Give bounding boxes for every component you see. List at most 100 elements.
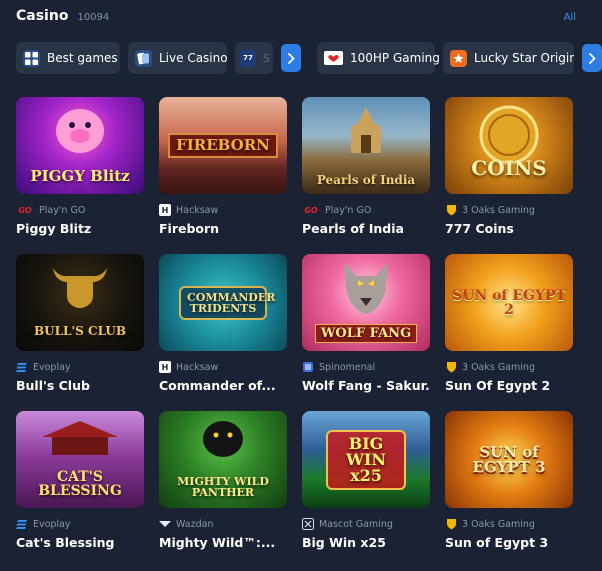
filter-lucky-star-original[interactable]: Lucky Star Original — [443, 42, 574, 74]
filter-label: Best games — [47, 51, 118, 65]
3oaks-icon — [445, 361, 457, 373]
filter-100hp-gaming[interactable]: 100HP Gaming — [317, 42, 440, 74]
filter-live-casino[interactable]: Live Casino — [128, 42, 228, 74]
game-art-title: MIGHTY WILD PANTHER — [177, 475, 269, 499]
game-thumbnail[interactable]: WOLF FANG — [302, 254, 430, 351]
game-art-title: COINS — [471, 156, 547, 180]
chevron-right-icon — [287, 52, 295, 64]
provider-row: Evoplay — [16, 361, 144, 373]
game-thumbnail[interactable]: SUN of EGYPT 2 — [445, 254, 573, 351]
game-art-title: SUN of EGYPT 3 — [472, 442, 546, 476]
game-name: 777 Coins — [445, 221, 514, 236]
game-card-mighty-wild[interactable]: MIGHTY WILD PANTHER Wazdan Mighty Wild™:… — [159, 411, 287, 568]
category-filter-bar: Best games Live Casino 77 S 100HP Gaming… — [16, 42, 602, 76]
spinomenal-icon — [302, 361, 314, 373]
game-thumbnail[interactable]: BIG WIN x25 — [302, 411, 430, 508]
provider-name: Play'n GO — [325, 204, 372, 216]
filter-best-games[interactable]: Best games — [16, 42, 120, 74]
provider-row: Evoplay — [16, 518, 144, 530]
provider-row: H Hacksaw — [159, 361, 287, 373]
evoplay-icon — [16, 361, 28, 373]
game-name: Cat's Blessing — [16, 535, 115, 550]
provider-row: 3 Oaks Gaming — [445, 518, 573, 530]
game-card-piggy-blitz[interactable]: PIGGY Blitz GO Play'n GO Piggy Blitz — [16, 97, 144, 254]
provider-name: Wazdan — [176, 518, 214, 530]
games-count: 10094 — [77, 12, 110, 23]
game-thumbnail[interactable]: COINS — [445, 97, 573, 194]
game-art-title: FIREBORN — [168, 133, 278, 158]
temple-art — [351, 107, 381, 153]
game-card-wolf-fang[interactable]: WOLF FANG Spinomenal Wolf Fang - Sakur..… — [302, 254, 430, 411]
game-card-sun-of-egypt-2[interactable]: SUN of EGYPT 2 3 Oaks Gaming Sun Of Egyp… — [445, 254, 573, 411]
scroll-right-button-secondary[interactable] — [582, 44, 602, 72]
game-thumbnail[interactable]: SUN of EGYPT 3 — [445, 411, 573, 508]
game-thumbnail[interactable]: MIGHTY WILD PANTHER — [159, 411, 287, 508]
provider-row: 3 Oaks Gaming — [445, 204, 573, 216]
hacksaw-icon: H — [159, 204, 171, 216]
bull-head-art — [53, 268, 107, 308]
playngo-icon: GO — [18, 205, 32, 215]
game-name: Fireborn — [159, 221, 220, 236]
game-art-title: SUN of EGYPT 2 — [452, 287, 566, 318]
game-thumbnail[interactable]: CAT'S BLESSING — [16, 411, 144, 508]
filter-label: S — [263, 51, 270, 65]
game-card-big-win-x25[interactable]: BIG WIN x25 Mascot Gaming Big Win x25 — [302, 411, 430, 568]
wolf-head-art — [344, 262, 388, 314]
game-art-title: WOLF FANG — [314, 324, 418, 343]
game-art-title: COMMANDER TRIDENTS — [179, 285, 275, 320]
provider-name: 3 Oaks Gaming — [462, 361, 535, 373]
game-art-title: BIG WIN x25 — [326, 429, 406, 490]
100hp-logo-icon — [324, 51, 343, 65]
game-art-title: BULL'S CLUB — [34, 324, 126, 338]
panther-art — [203, 421, 243, 457]
casino-header: Casino 10094 All — [16, 8, 576, 26]
game-name: Sun of Egypt 3 — [445, 535, 549, 550]
game-name: Mighty Wild™:... — [159, 535, 276, 550]
game-name: Wolf Fang - Sakur... — [302, 378, 430, 393]
filter-label: Live Casino — [159, 51, 228, 65]
game-thumbnail[interactable]: BULL'S CLUB — [16, 254, 144, 351]
game-thumbnail[interactable]: FIREBORN — [159, 97, 287, 194]
scroll-right-button[interactable] — [281, 44, 301, 72]
pig-character-art — [56, 109, 104, 153]
games-grid: PIGGY Blitz GO Play'n GO Piggy Blitz FIR… — [16, 97, 576, 568]
provider-name: 3 Oaks Gaming — [462, 518, 535, 530]
provider-row: GO Play'n GO — [16, 204, 144, 216]
provider-row: Wazdan — [159, 518, 287, 530]
lucky-star-icon — [450, 49, 467, 67]
game-name: Pearls of India — [302, 221, 404, 236]
game-art-title: Pearls of India — [316, 173, 416, 187]
game-name: Big Win x25 — [302, 535, 386, 550]
game-card-bulls-club[interactable]: BULL'S CLUB Evoplay Bull's Club — [16, 254, 144, 411]
game-name: Bull's Club — [16, 378, 90, 393]
game-card-pearls-of-india[interactable]: Pearls of India GO Play'n GO Pearls of I… — [302, 97, 430, 254]
provider-row: H Hacksaw — [159, 204, 287, 216]
playngo-icon: GO — [304, 205, 318, 215]
wazdan-icon — [159, 518, 171, 530]
game-thumbnail[interactable]: PIGGY Blitz — [16, 97, 144, 194]
game-name: Piggy Blitz — [16, 221, 92, 236]
filter-label: Lucky Star Original — [474, 51, 574, 65]
provider-name: Hacksaw — [176, 204, 219, 216]
filter-label: 100HP Gaming — [350, 51, 440, 65]
shrine-art — [42, 421, 118, 455]
game-card-commander-of-tridents[interactable]: COMMANDER TRIDENTS H Hacksaw Commander o… — [159, 254, 287, 411]
chevron-right-icon — [588, 52, 596, 64]
game-thumbnail[interactable]: Pearls of India — [302, 97, 430, 194]
provider-name: Hacksaw — [176, 361, 219, 373]
game-card-cats-blessing[interactable]: CAT'S BLESSING Evoplay Cat's Blessing — [16, 411, 144, 568]
all-link[interactable]: All — [564, 12, 576, 23]
slot-777-icon: 77 — [240, 49, 256, 67]
game-card-fireborn[interactable]: FIREBORN H Hacksaw Fireborn — [159, 97, 287, 254]
game-card-777-coins[interactable]: COINS 3 Oaks Gaming 777 Coins — [445, 97, 573, 254]
game-thumbnail[interactable]: COMMANDER TRIDENTS — [159, 254, 287, 351]
section-title: Casino — [16, 8, 69, 24]
game-card-sun-of-egypt-3[interactable]: SUN of EGYPT 3 3 Oaks Gaming Sun of Egyp… — [445, 411, 573, 568]
3oaks-icon — [445, 204, 457, 216]
game-art-title: PIGGY Blitz — [30, 167, 130, 185]
provider-row: Spinomenal — [302, 361, 430, 373]
filter-slots[interactable]: 77 S — [235, 42, 273, 74]
provider-name: Mascot Gaming — [319, 518, 393, 530]
provider-name: Evoplay — [33, 361, 71, 373]
mascot-icon — [302, 518, 314, 530]
